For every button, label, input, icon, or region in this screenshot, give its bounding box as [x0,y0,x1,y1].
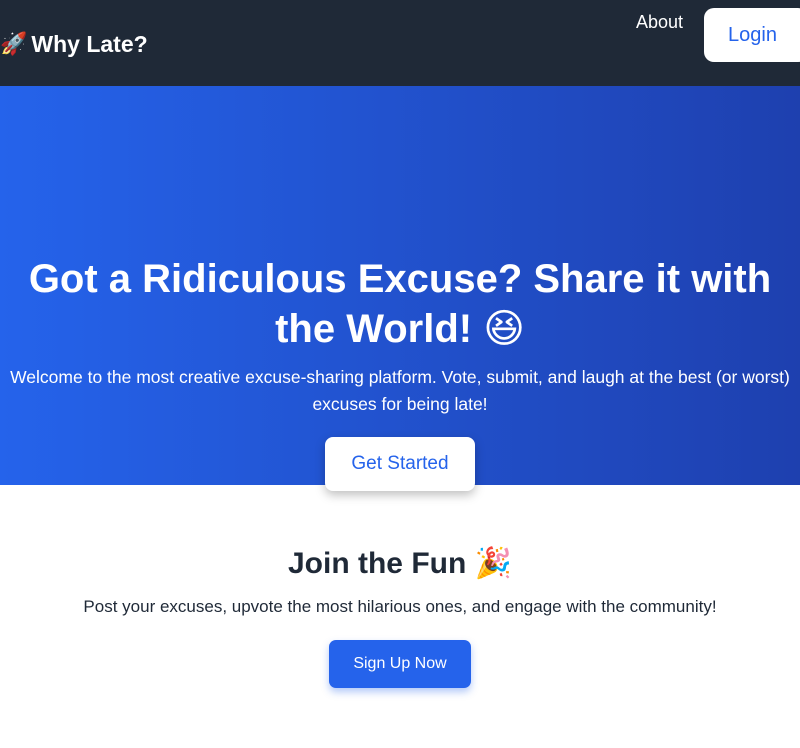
rocket-icon: 🚀 [0,31,28,56]
join-subtitle: Post your excuses, upvote the most hilar… [83,597,717,616]
get-started-button[interactable]: Get Started [325,437,475,491]
join-section: Join the Fun 🎉 Post your excuses, upvote… [0,485,800,748]
hero-title-line-2: the World! 😆 [275,307,525,351]
hero-title: Got a Ridiculous Excuse? Share it with t… [20,254,780,354]
sign-up-button[interactable]: Sign Up Now [329,640,471,688]
brand-logo[interactable]: 🚀 Why Late? [0,28,148,60]
join-title: Join the Fun 🎉 [287,547,512,580]
hero-subtitle: Welcome to the most creative excuse-shar… [10,367,790,414]
hero-title-line-1: Got a Ridiculous Excuse? Share it with [28,257,772,301]
login-button[interactable]: Login [704,8,800,62]
nav-link-about[interactable]: About [636,11,683,33]
navbar: 🚀 Why Late? About Login [0,0,800,86]
brand-name: Why Late? [31,31,148,57]
hero-section: Got a Ridiculous Excuse? Share it with t… [0,86,800,491]
